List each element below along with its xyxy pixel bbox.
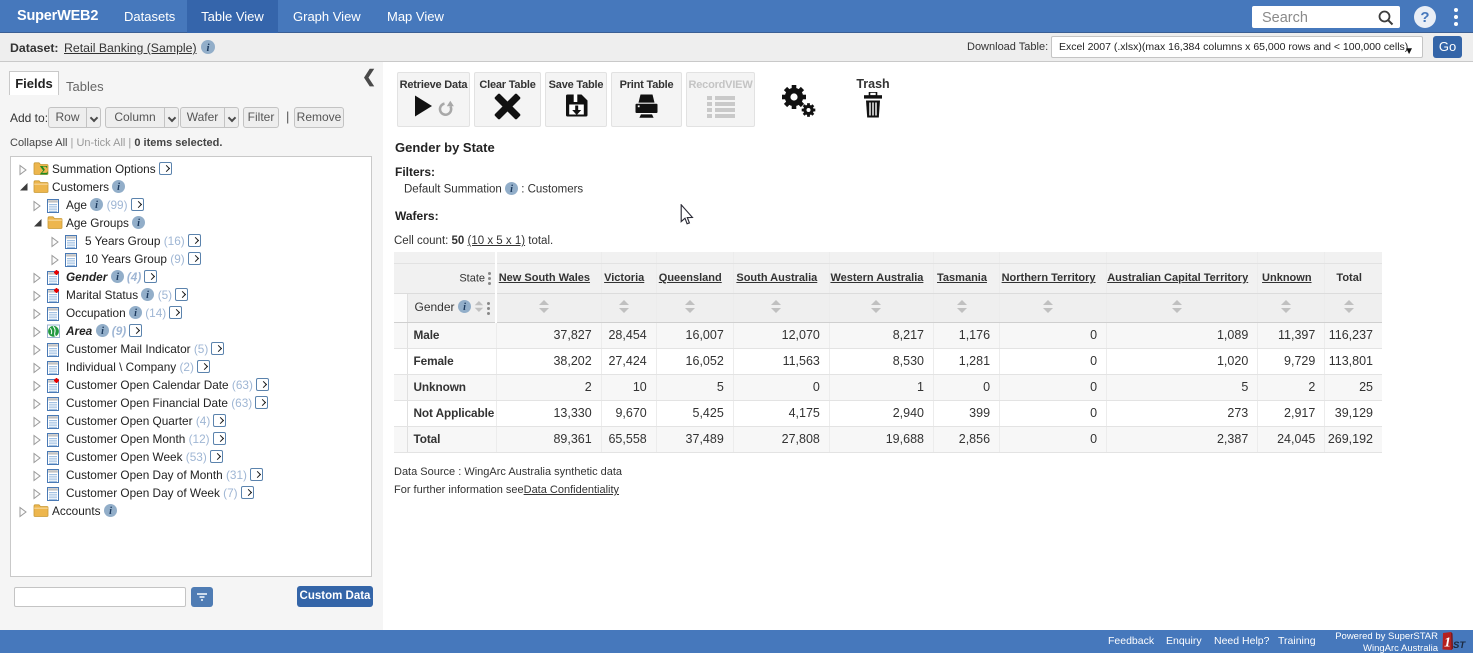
svg-text:i: i — [137, 218, 140, 229]
svg-text:i: i — [109, 506, 112, 517]
svg-text:i: i — [116, 272, 119, 283]
svg-text:ST: ST — [1453, 640, 1466, 651]
svg-text:i: i — [146, 290, 149, 301]
svg-text:i: i — [95, 200, 98, 211]
svg-text:1: 1 — [1444, 636, 1451, 651]
svg-text:i: i — [510, 184, 513, 195]
svg-text:Σ: Σ — [40, 163, 49, 176]
svg-text:?: ? — [1420, 9, 1429, 26]
svg-text:i: i — [117, 182, 120, 193]
svg-text:i: i — [134, 308, 137, 319]
svg-text:i: i — [101, 326, 104, 337]
svg-text:i: i — [463, 303, 466, 314]
